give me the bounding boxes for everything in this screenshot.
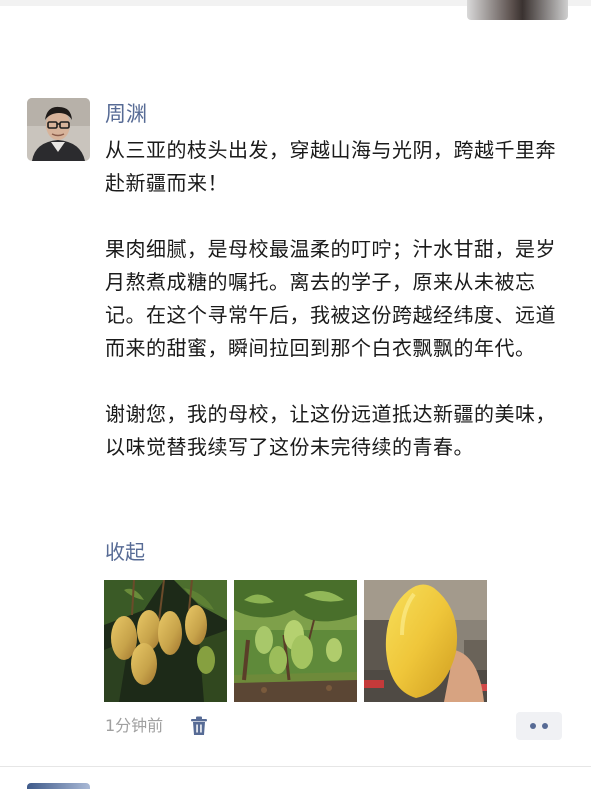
post-text: 从三亚的枝头出发，穿越山海与光阴，跨越千里奔赴新疆而来！ 果肉细腻，是母校最温柔… bbox=[105, 134, 575, 464]
previous-post-image[interactable] bbox=[467, 0, 568, 20]
yellow-mango-in-hand-image bbox=[364, 580, 487, 702]
post-paragraph-1: 从三亚的枝头出发，穿越山海与光阴，跨越千里奔赴新疆而来！ bbox=[105, 138, 556, 195]
author-name[interactable]: 周渊 bbox=[105, 99, 147, 129]
mango-orchard-photo[interactable] bbox=[234, 580, 357, 702]
timestamp: 1分钟前 bbox=[105, 716, 164, 735]
avatar-portrait bbox=[27, 98, 90, 161]
avatar[interactable] bbox=[27, 98, 90, 161]
post-paragraph-3: 谢谢您，我的母校，让这份远道抵达新疆的美味，以味觉替我续写了这份未完待续的青春。 bbox=[105, 402, 556, 459]
post-paragraph-2: 果肉细腻，是母校最温柔的叮咛；汁水甘甜，是岁月熬煮成糖的嘱托。离去的学子，原来从… bbox=[105, 237, 556, 360]
trash-icon[interactable] bbox=[190, 716, 208, 736]
more-options-button[interactable] bbox=[516, 712, 562, 740]
moments-feed: 周渊 从三亚的枝头出发，穿越山海与光阴，跨越千里奔赴新疆而来！ 果肉细腻，是母校… bbox=[0, 0, 591, 789]
mango-orchard-image bbox=[234, 580, 357, 702]
collapse-link[interactable]: 收起 bbox=[105, 537, 145, 567]
next-post-avatar[interactable] bbox=[27, 783, 90, 789]
trash-icon-glyph bbox=[191, 716, 207, 735]
post-divider bbox=[0, 766, 591, 767]
more-dots-icon bbox=[530, 723, 536, 729]
more-dots-icon bbox=[542, 723, 548, 729]
yellow-mango-photo[interactable] bbox=[364, 580, 487, 702]
mango-tree-photo[interactable] bbox=[104, 580, 227, 702]
mango-tree-image bbox=[104, 580, 227, 702]
